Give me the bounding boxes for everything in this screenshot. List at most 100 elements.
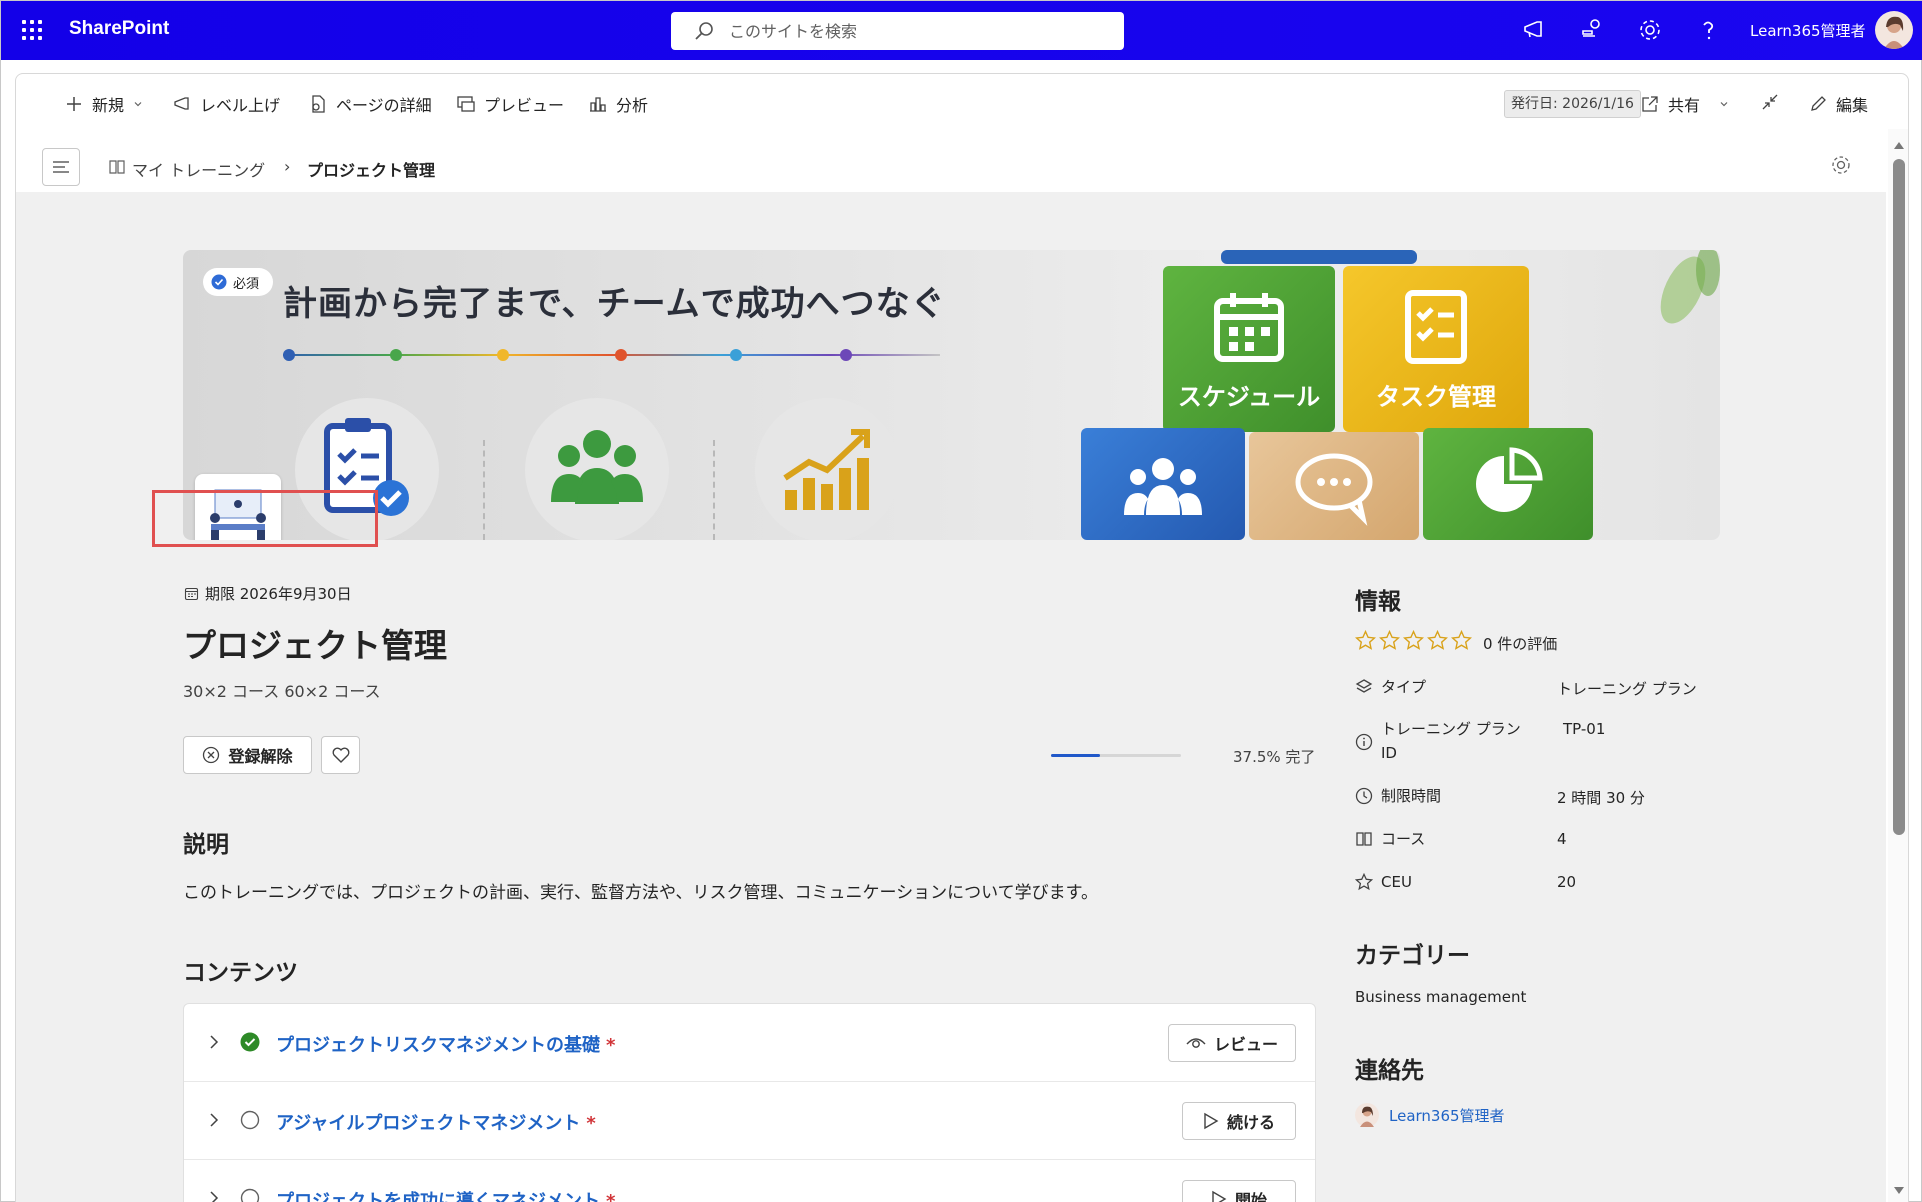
- block-pie: [1423, 428, 1593, 540]
- scrollbar-thumb[interactable]: [1893, 159, 1905, 835]
- share-icon: [1642, 96, 1658, 112]
- plant-leaves-decor: [1660, 250, 1720, 324]
- review-label: レビュー: [1213, 1035, 1278, 1054]
- pencil-icon: [1811, 96, 1826, 111]
- rating-stars[interactable]: [1355, 630, 1472, 651]
- eye-icon: [1186, 1038, 1206, 1048]
- star-outline-icon[interactable]: [1403, 630, 1424, 651]
- progress-bar-fill: [1051, 754, 1100, 757]
- block-schedule: スケジュール: [1163, 266, 1335, 432]
- analytics-button[interactable]: 分析: [588, 92, 648, 116]
- settings-gear-icon[interactable]: [1637, 17, 1663, 43]
- progress-bar: [1051, 754, 1181, 757]
- new-button[interactable]: 新規: [64, 92, 144, 116]
- timeline-dot: [615, 349, 627, 361]
- contact-link[interactable]: Learn365管理者: [1355, 1103, 1505, 1127]
- published-date-badge: 発行日: 2026/1/16: [1504, 90, 1641, 118]
- contact-heading: 連絡先: [1355, 1058, 1424, 1084]
- banner-divider: [483, 440, 485, 540]
- content-item-title[interactable]: アジャイルプロジェクトマネジメント *: [276, 1109, 596, 1135]
- scroll-down-arrow-icon[interactable]: [1893, 1186, 1905, 1196]
- favorite-button[interactable]: [321, 736, 360, 774]
- contact-name[interactable]: Learn365管理者: [1389, 1105, 1505, 1126]
- analytics-label: 分析: [616, 96, 649, 115]
- search-icon: [695, 22, 713, 40]
- continue-button[interactable]: 続ける: [1182, 1102, 1296, 1140]
- search-box[interactable]: [671, 12, 1124, 50]
- star-outline-icon: [1355, 873, 1373, 891]
- timeline-dot: [730, 349, 742, 361]
- clock-icon: [1355, 787, 1373, 805]
- star-outline-icon[interactable]: [1355, 630, 1376, 651]
- megaphone-icon[interactable]: [1521, 17, 1547, 43]
- chevron-down-icon: [1720, 102, 1728, 107]
- connections-icon[interactable]: [1579, 17, 1605, 43]
- info-type-value: トレーニング プラン: [1557, 680, 1697, 698]
- chevron-right-icon[interactable]: [206, 1112, 222, 1128]
- people-icon: [1124, 458, 1202, 515]
- plus-icon: [67, 97, 81, 111]
- banner-divider: [713, 440, 715, 540]
- calendar-icon: [1214, 292, 1284, 362]
- list-item[interactable]: アジャイルプロジェクトマネジメント * 続ける: [184, 1082, 1315, 1160]
- star-outline-icon[interactable]: [1427, 630, 1448, 651]
- breadcrumb-parent[interactable]: マイ トレーニング: [132, 157, 265, 181]
- star-outline-icon[interactable]: [1451, 630, 1472, 651]
- scroll-up-arrow-icon[interactable]: [1893, 140, 1905, 150]
- suite-bar: SharePoint Learn365管理者: [1, 1, 1922, 60]
- edit-label: 編集: [1836, 96, 1869, 115]
- rating-count: 0 件の評価: [1483, 635, 1558, 653]
- collapse-icon: [1762, 94, 1778, 110]
- required-badge-label: 必須: [233, 276, 260, 292]
- search-input[interactable]: [729, 18, 1109, 44]
- content-item-title[interactable]: プロジェクトを成功に導くマネジメント *: [276, 1187, 615, 1202]
- chevron-right-icon[interactable]: [206, 1190, 222, 1202]
- page-title: プロジェクト管理: [183, 626, 447, 665]
- chevron-right-icon[interactable]: [206, 1034, 222, 1050]
- unenroll-button[interactable]: 登録解除: [183, 736, 312, 774]
- help-icon[interactable]: [1695, 17, 1721, 43]
- info-plan-id-label: トレーニング プラン ID: [1381, 720, 1521, 762]
- verified-badge-icon: [211, 274, 227, 290]
- start-button[interactable]: 開始: [1182, 1180, 1296, 1202]
- book-icon: [109, 160, 125, 174]
- info-time-label: 制限時間: [1381, 787, 1442, 805]
- task-list-icon: [1405, 289, 1467, 364]
- preview-button[interactable]: プレビュー: [456, 92, 564, 116]
- page-details-button[interactable]: ページの詳細: [308, 92, 432, 116]
- contact-avatar: [1355, 1103, 1379, 1127]
- user-avatar[interactable]: [1875, 11, 1913, 49]
- info-plan-id-value: TP-01: [1563, 720, 1606, 738]
- brand-name[interactable]: SharePoint: [69, 18, 169, 40]
- pie-chart-icon: [1476, 447, 1543, 512]
- timeline-dot: [283, 349, 295, 361]
- collapse-button[interactable]: [1760, 92, 1780, 112]
- share-label: 共有: [1668, 96, 1701, 115]
- cancel-circle-icon: [203, 746, 220, 764]
- team-illustration: [525, 398, 669, 540]
- page-details-label: ページの詳細: [336, 96, 432, 115]
- due-date: 期限 2026年9月30日: [184, 583, 352, 604]
- page-settings-gear-icon[interactable]: [1830, 154, 1852, 176]
- block-schedule-label: スケジュール: [1177, 382, 1321, 411]
- promote-button[interactable]: レベル上げ: [172, 92, 280, 116]
- list-item[interactable]: プロジェクトを成功に導くマネジメント * 開始: [184, 1160, 1315, 1202]
- progress-text: 37.5% 完了: [1233, 748, 1316, 766]
- timeline-dot: [390, 349, 402, 361]
- info-circle-icon: [1355, 733, 1373, 751]
- star-outline-icon[interactable]: [1379, 630, 1400, 651]
- page-navigation-button[interactable]: [42, 148, 80, 186]
- user-name[interactable]: Learn365管理者: [1750, 20, 1866, 41]
- info-courses-label: コース: [1381, 830, 1426, 848]
- info-ceu-value: 20: [1557, 873, 1577, 891]
- app-launcher-icon[interactable]: [20, 18, 44, 42]
- list-item[interactable]: プロジェクトリスクマネジメントの基礎 * レビュー: [184, 1004, 1315, 1082]
- edit-button[interactable]: 編集: [1808, 92, 1868, 116]
- chat-bubble-icon: [1295, 453, 1373, 526]
- review-button[interactable]: レビュー: [1168, 1024, 1296, 1062]
- layers-icon: [1355, 679, 1373, 693]
- timeline-dot: [497, 349, 509, 361]
- not-completed-circle-icon: [240, 1110, 260, 1130]
- content-item-title[interactable]: プロジェクトリスクマネジメントの基礎 *: [276, 1031, 615, 1057]
- share-button[interactable]: 共有: [1640, 92, 1730, 116]
